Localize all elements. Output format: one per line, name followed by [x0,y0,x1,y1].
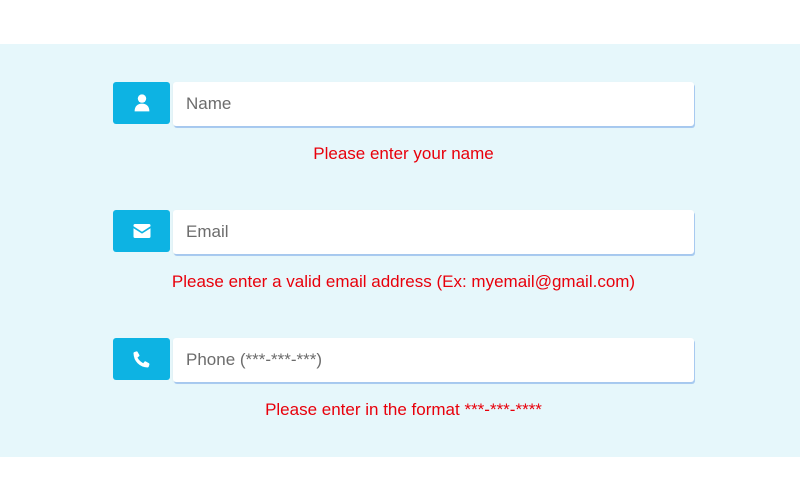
email-field-group [113,210,694,254]
name-input[interactable] [173,82,694,126]
phone-field-group [113,338,694,382]
email-error-message: Please enter a valid email address (Ex: … [171,272,636,291]
name-field-group [113,82,694,126]
form-panel: Please enter your name Please enter a va… [0,44,800,457]
user-icon [113,82,170,124]
email-input[interactable] [173,210,694,254]
phone-input[interactable] [173,338,694,382]
envelope-icon [113,210,170,252]
phone-icon [113,338,170,380]
name-error-message: Please enter your name [313,144,494,163]
phone-error-message: Please enter in the format ***-***-**** [265,400,542,419]
